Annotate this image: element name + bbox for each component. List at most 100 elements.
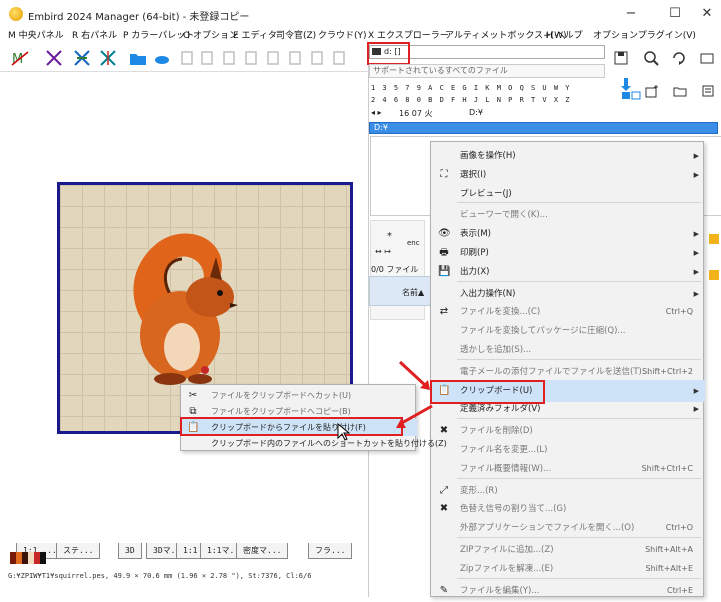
menu-item[interactable]: M 中央パネル <box>8 28 64 44</box>
menu-item[interactable]: O オプション <box>183 28 238 44</box>
menu-item-shortcut: Ctrl+O <box>665 523 693 533</box>
menu-item-icon <box>438 150 450 162</box>
menu-item-icon <box>438 188 450 200</box>
clipboard-red-highlight <box>430 380 545 404</box>
path-red-highlight <box>367 42 410 65</box>
star-icon: * <box>387 231 392 242</box>
toolbar: M <box>0 44 368 72</box>
properties-icon[interactable] <box>701 84 715 98</box>
menu-item-icon: 💾 <box>438 265 451 277</box>
menu-item[interactable]: 司令官(Z) <box>276 28 316 44</box>
letter-filter-row-1[interactable]: 1 3 5 7 9 A C E G I K M O Q S U W Y <box>371 84 571 92</box>
menu-item-shortcut: Ctrl+E <box>667 585 693 595</box>
view-icon[interactable] <box>699 50 715 66</box>
open-folder-icon[interactable] <box>128 48 148 68</box>
submenu-item-label: クリップボード内のファイルへのショートカットを貼り付ける(Z) <box>211 439 447 448</box>
context-menu-item[interactable]: 💾 出力(X) ▶ <box>431 261 705 283</box>
file-filter-select[interactable]: サポートされているすべてのファイル <box>369 64 605 78</box>
menu-separator <box>457 577 701 579</box>
letter-filter-row-2[interactable]: 2 4 6 8 0 B D F H J L N P R T V X Z <box>371 96 571 104</box>
menu-item-label: 外部アプリケーションでファイルを開く...(O) <box>460 523 635 534</box>
grid-icon <box>709 234 719 244</box>
menu-item-icon <box>438 366 450 378</box>
menu-item-icon: ✖ <box>439 503 449 515</box>
menu-item-icon: ⛶ <box>440 168 448 180</box>
context-menu-item[interactable]: Zipファイルを解凍...(E) Shift+Alt+E <box>431 558 705 580</box>
minimize-button[interactable]: − <box>616 4 646 24</box>
menu-item-label: ファイル概要情報(W)... <box>460 463 552 474</box>
view-tab-strip: 1:1 ... ステ... 3D 3Dマ... 1:1 1:1マ... 密度マ... フラ..… <box>8 541 368 561</box>
nav-date[interactable]: 16 07 火 <box>399 108 432 119</box>
view-tab[interactable]: フラ... <box>308 543 353 559</box>
menu-item-label: 透かしを追加(S)... <box>460 345 532 355</box>
clipboard-submenu-item[interactable]: ✂ ファイルをクリップボードへカット(U) <box>181 387 417 404</box>
mouse-cursor-icon <box>337 423 350 441</box>
submenu-item-icon <box>187 438 199 449</box>
red-arrow-to-paste <box>396 404 433 428</box>
view-tab[interactable]: 3D <box>118 543 142 559</box>
context-menu-item[interactable]: プレビュー(J) <box>431 183 705 205</box>
date-nav-row: ◂ ▸ 16 07 火 D:¥ <box>369 108 721 120</box>
clipboard-submenu-item[interactable]: クリップボード内のファイルへのショートカットを貼り付ける(Z) <box>181 435 447 452</box>
paste-red-highlight <box>180 417 403 436</box>
toolbar-stitch-icon-4[interactable] <box>98 48 118 68</box>
menu-item-icon <box>438 403 450 415</box>
submenu-arrow-icon: ▶ <box>693 267 699 276</box>
menu-item-icon <box>438 544 450 556</box>
color-palette-strip <box>10 552 46 564</box>
enc-label: enc <box>407 239 420 247</box>
view-tab[interactable]: 密度マ... <box>236 543 289 559</box>
menu-item-icon <box>438 209 450 221</box>
menu-item[interactable]: オプションプラグイン(V) <box>593 28 696 44</box>
context-menu-item[interactable]: 外部アプリケーションでファイルを開く...(O) Ctrl+O <box>431 517 705 539</box>
menu-item-icon <box>438 325 450 337</box>
menu-item[interactable]: E エディタ <box>233 28 277 44</box>
menu-separator <box>457 280 701 282</box>
toolbar-stitch-icon-1[interactable]: M <box>10 48 30 68</box>
grid-icon <box>709 270 719 280</box>
nav-left-icon[interactable]: ◂ ▸ <box>371 108 382 117</box>
submenu-arrow-icon: ▶ <box>693 405 699 414</box>
save-icon[interactable] <box>613 50 629 66</box>
transfer-icon[interactable] <box>619 76 641 100</box>
menu-bar: M 中央パネル R 右パネル P カラーパレット O オプション E エディタ 司令官(Z… <box>0 28 721 44</box>
folder-icon[interactable] <box>673 84 687 98</box>
menu-item[interactable]: H ヘルプ <box>546 28 583 44</box>
menu-separator <box>457 477 701 479</box>
embird-app-icon <box>9 7 23 21</box>
window-title: Embird 2024 Manager (64-bit) - 未登録コピー <box>28 12 250 23</box>
title-bar: Embird 2024 Manager (64-bit) - 未登録コピー − … <box>0 0 721 28</box>
context-menu-item[interactable]: 透かしを追加(S)... <box>431 339 705 361</box>
cloud-icon[interactable] <box>152 48 172 68</box>
menu-separator <box>457 537 701 538</box>
menu-item-icon <box>438 522 450 534</box>
maximize-button[interactable]: ☐ <box>660 4 690 24</box>
new-folder-icon[interactable] <box>645 84 659 98</box>
submenu-item-label: ファイルをクリップボードへカット(U) <box>211 391 352 400</box>
red-arrow-to-clipboard <box>398 360 430 390</box>
selected-folder-row[interactable]: D:¥ <box>369 122 718 134</box>
status-bar: G:¥ZPIW¥T1¥squirrel.pes, 49.9 × 70.6 mm … <box>8 572 312 580</box>
file-context-menu: 画像を操作(H) ▶ ⛶ 選択(I) ▶ プレビュー(J) ビューワーで開く(K)... 👁 表… <box>430 141 705 597</box>
disabled-tool-icons <box>178 48 345 68</box>
zoom-icon[interactable] <box>643 50 659 66</box>
context-menu-item[interactable]: ✎ ファイルを編集(Y)... Ctrl+E <box>431 580 705 602</box>
menu-separator <box>457 418 701 420</box>
menu-item[interactable]: クラウド(Y) <box>318 28 367 44</box>
menu-item-label: 出力(X) <box>460 266 490 277</box>
context-menu-item[interactable]: ファイル概要情報(W)... Shift+Ctrl+C <box>431 458 705 480</box>
close-button[interactable]: ✕ <box>692 4 721 24</box>
menu-item-icon <box>438 463 450 475</box>
nav-drive[interactable]: D:¥ <box>469 108 483 117</box>
toolbar-stitch-icon-2[interactable] <box>44 48 64 68</box>
menu-item-icon <box>438 563 450 575</box>
menu-item-label: ファイルを編集(Y)... <box>460 585 540 596</box>
menu-item-icon: 👁 <box>438 228 451 240</box>
refresh-icon[interactable] <box>671 50 687 66</box>
menu-item-label: Zipファイルを解凍...(E) <box>460 563 554 574</box>
menu-item[interactable]: R 右パネル <box>72 28 117 44</box>
name-column-header[interactable]: 名前▲ <box>369 276 439 306</box>
view-tab[interactable]: ステ... <box>56 543 101 559</box>
toolbar-stitch-icon-3[interactable] <box>72 48 92 68</box>
arrow-icons: ↔ ↦ <box>375 247 391 256</box>
